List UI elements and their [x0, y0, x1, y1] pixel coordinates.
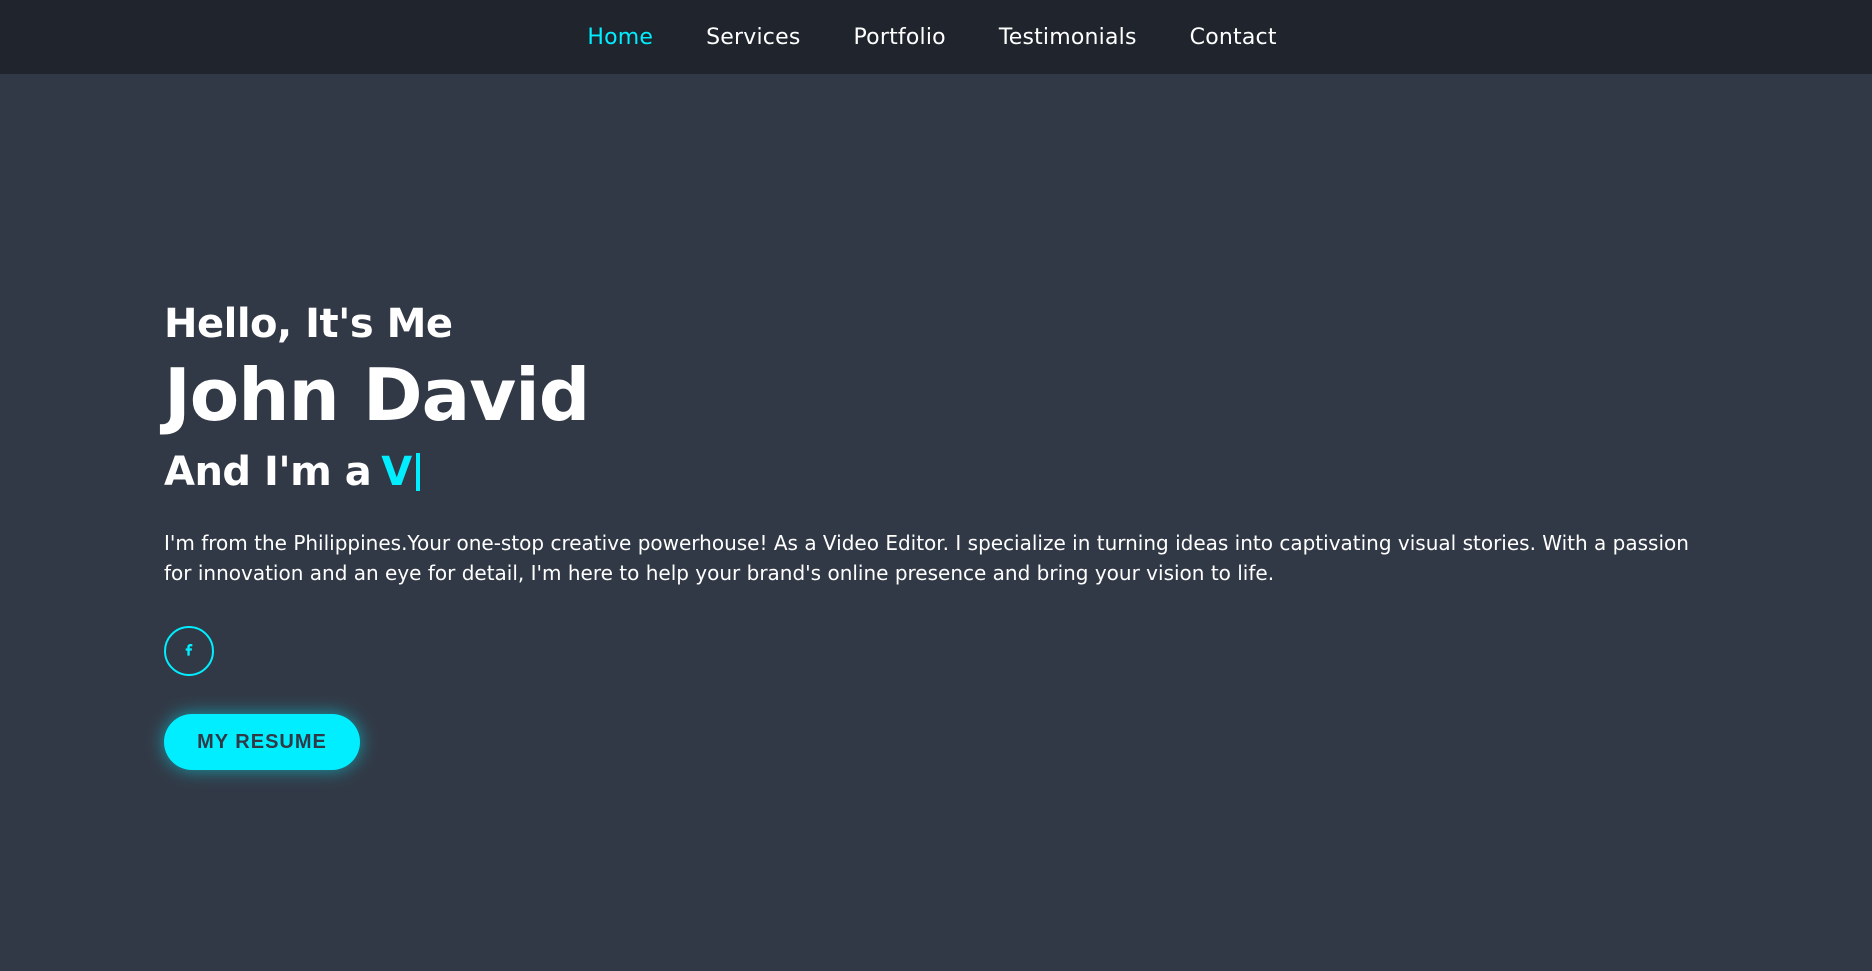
nav-link-portfolio[interactable]: Portfolio	[854, 25, 946, 50]
hero-bio: I'm from the Philippines.Your one-stop c…	[164, 531, 1689, 586]
hero-role-prefix: And I'm a	[164, 449, 372, 496]
typing-cursor	[415, 453, 420, 492]
nav-links: Home Services Portfolio Testimonials Con…	[587, 25, 1276, 50]
nav-link-services[interactable]: Services	[706, 25, 800, 50]
hero-role-typed: V	[381, 449, 412, 496]
hero-section: Hello, It's Me John David And I'm a V I'…	[0, 74, 1872, 771]
facebook-icon	[181, 641, 197, 661]
facebook-button[interactable]	[164, 626, 214, 677]
resume-button[interactable]: MY RESUME	[164, 714, 360, 771]
nav-link-home[interactable]: Home	[587, 25, 653, 50]
nav-link-contact[interactable]: Contact	[1190, 25, 1277, 50]
hero-role: And I'm a V	[164, 447, 1872, 496]
nav-link-testimonials[interactable]: Testimonials	[999, 25, 1137, 50]
hero-greeting: Hello, It's Me	[164, 301, 453, 347]
navbar: Home Services Portfolio Testimonials Con…	[0, 0, 1872, 74]
social-links	[164, 626, 1872, 677]
hero-name: John David	[164, 353, 590, 437]
